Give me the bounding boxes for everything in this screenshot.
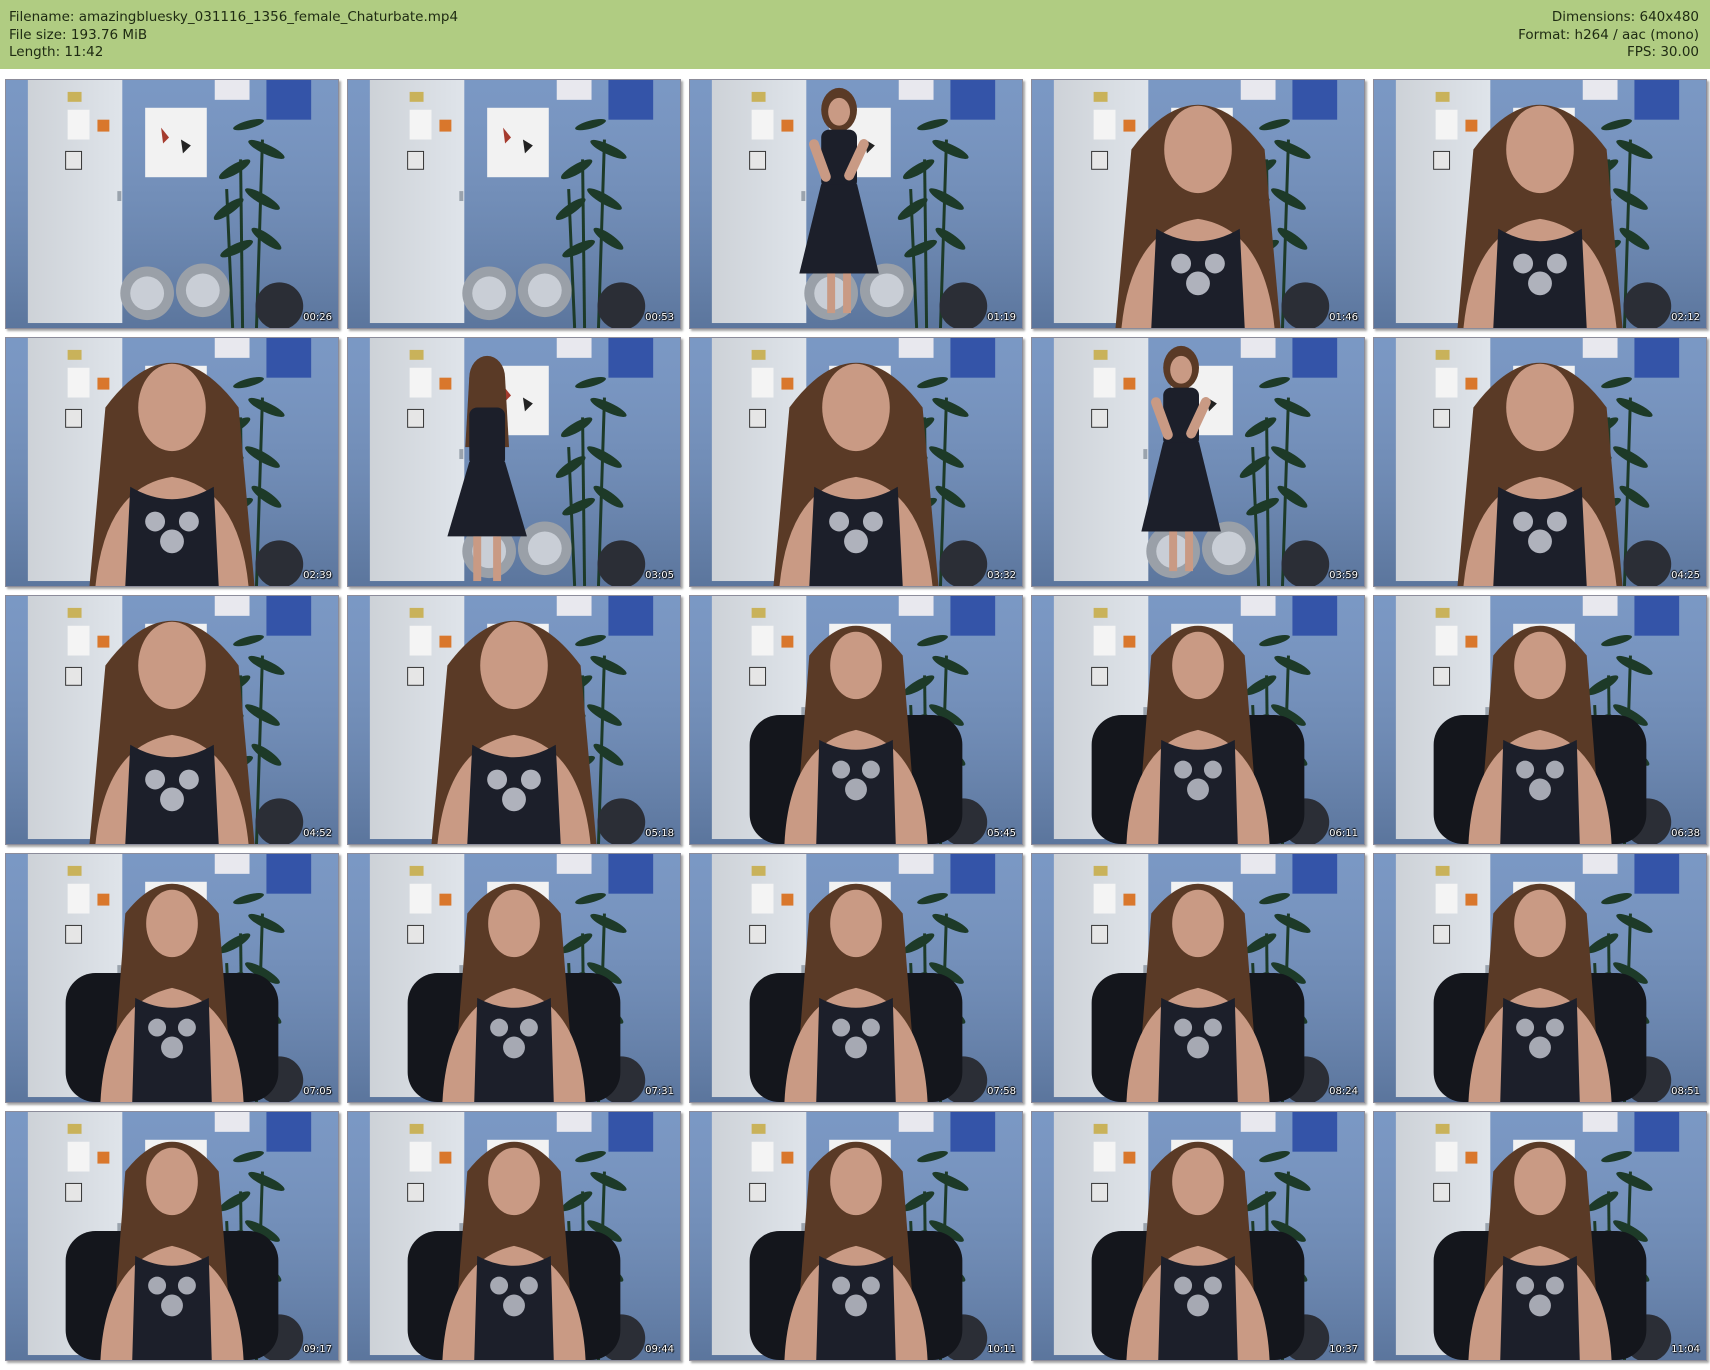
- thumbnail-frame: 01:19: [689, 79, 1023, 329]
- thumbnail-frame: 03:59: [1031, 337, 1365, 587]
- dimensions-text: Dimensions: 640x480: [1551, 9, 1699, 25]
- thumbnail-frame: 00:26: [5, 79, 339, 329]
- timestamp-label: 05:18: [645, 828, 674, 839]
- timestamp-label: 03:59: [1329, 570, 1358, 581]
- frame-image: [690, 596, 1022, 844]
- thumbnail-frame: 02:12: [1373, 79, 1707, 329]
- thumbnail-frame: 03:32: [689, 337, 1023, 587]
- frame-image: [690, 1112, 1022, 1360]
- thumbnail-frame: 06:38: [1373, 595, 1707, 845]
- frame-image: [348, 1112, 680, 1360]
- thumbnail-frame: 05:45: [689, 595, 1023, 845]
- thumbnail-frame: 10:37: [1031, 1111, 1365, 1361]
- frame-image: [1374, 1112, 1706, 1360]
- thumbnail-frame: 09:44: [347, 1111, 681, 1361]
- file-info-left: Filename: amazingbluesky_031116_1356_fem…: [9, 9, 458, 62]
- frame-image: [6, 854, 338, 1102]
- timestamp-label: 03:05: [645, 570, 674, 581]
- timestamp-label: 07:31: [645, 1086, 674, 1097]
- thumbnail-frame: 10:11: [689, 1111, 1023, 1361]
- timestamp-label: 07:05: [303, 1086, 332, 1097]
- frame-image: [6, 596, 338, 844]
- timestamp-label: 03:32: [987, 570, 1016, 581]
- timestamp-label: 08:51: [1671, 1086, 1700, 1097]
- frame-image: [6, 80, 338, 328]
- timestamp-label: 09:44: [645, 1344, 674, 1355]
- timestamp-label: 06:11: [1329, 828, 1358, 839]
- thumbnail-frame: 04:52: [5, 595, 339, 845]
- timestamp-label: 06:38: [1671, 828, 1700, 839]
- thumbnail-grid: 00:26 00:53 01:19 01:46 02:12 02:39 03:0…: [5, 79, 1707, 1361]
- frame-image: [690, 338, 1022, 586]
- frame-image: [1032, 596, 1364, 844]
- timestamp-label: 02:39: [303, 570, 332, 581]
- file-info-right: Dimensions: 640x480 Format: h264 / aac (…: [1518, 9, 1699, 62]
- frame-image: [1032, 854, 1364, 1102]
- frame-image: [1374, 596, 1706, 844]
- frame-image: [6, 1112, 338, 1360]
- thumbnail-frame: 04:25: [1373, 337, 1707, 587]
- timestamp-label: 02:12: [1671, 312, 1700, 323]
- timestamp-label: 04:25: [1671, 570, 1700, 581]
- thumbnail-frame: 09:17: [5, 1111, 339, 1361]
- timestamp-label: 10:37: [1329, 1344, 1358, 1355]
- timestamp-label: 00:26: [303, 312, 332, 323]
- fps-text: FPS: 30.00: [1627, 44, 1699, 60]
- timestamp-label: 11:04: [1671, 1344, 1700, 1355]
- frame-image: [690, 80, 1022, 328]
- thumbnail-frame: 05:18: [347, 595, 681, 845]
- frame-image: [1032, 1112, 1364, 1360]
- info-header: Filename: amazingbluesky_031116_1356_fem…: [0, 0, 1710, 69]
- frame-image: [348, 338, 680, 586]
- frame-image: [348, 854, 680, 1102]
- thumbnail-frame: 07:31: [347, 853, 681, 1103]
- frame-image: [1032, 80, 1364, 328]
- timestamp-label: 07:58: [987, 1086, 1016, 1097]
- thumbnail-frame: 11:04: [1373, 1111, 1707, 1361]
- timestamp-label: 00:53: [645, 312, 674, 323]
- timestamp-label: 01:46: [1329, 312, 1358, 323]
- timestamp-label: 10:11: [987, 1344, 1016, 1355]
- timestamp-label: 05:45: [987, 828, 1016, 839]
- thumbnail-frame: 07:58: [689, 853, 1023, 1103]
- frame-image: [1374, 80, 1706, 328]
- timestamp-label: 01:19: [987, 312, 1016, 323]
- frame-image: [1374, 338, 1706, 586]
- frame-image: [1032, 338, 1364, 586]
- frame-image: [1374, 854, 1706, 1102]
- frame-image: [348, 80, 680, 328]
- filename-text: Filename: amazingbluesky_031116_1356_fem…: [9, 9, 459, 25]
- thumbnail-frame: 02:39: [5, 337, 339, 587]
- thumbnail-frame: 08:24: [1031, 853, 1365, 1103]
- frame-image: [6, 338, 338, 586]
- thumbnail-frame: 07:05: [5, 853, 339, 1103]
- thumbnail-frame: 06:11: [1031, 595, 1365, 845]
- frame-image: [348, 596, 680, 844]
- format-text: Format: h264 / aac (mono): [1518, 26, 1699, 43]
- frame-image: [690, 854, 1022, 1102]
- length-text: Length: 11:42: [9, 44, 104, 60]
- timestamp-label: 09:17: [303, 1344, 332, 1355]
- timestamp-label: 08:24: [1329, 1086, 1358, 1097]
- thumbnail-frame: 03:05: [347, 337, 681, 587]
- thumbnail-frame: 08:51: [1373, 853, 1707, 1103]
- thumbnail-frame: 01:46: [1031, 79, 1365, 329]
- thumbnail-frame: 00:53: [347, 79, 681, 329]
- filesize-text: File size: 193.76 MiB: [9, 26, 148, 43]
- timestamp-label: 04:52: [303, 828, 332, 839]
